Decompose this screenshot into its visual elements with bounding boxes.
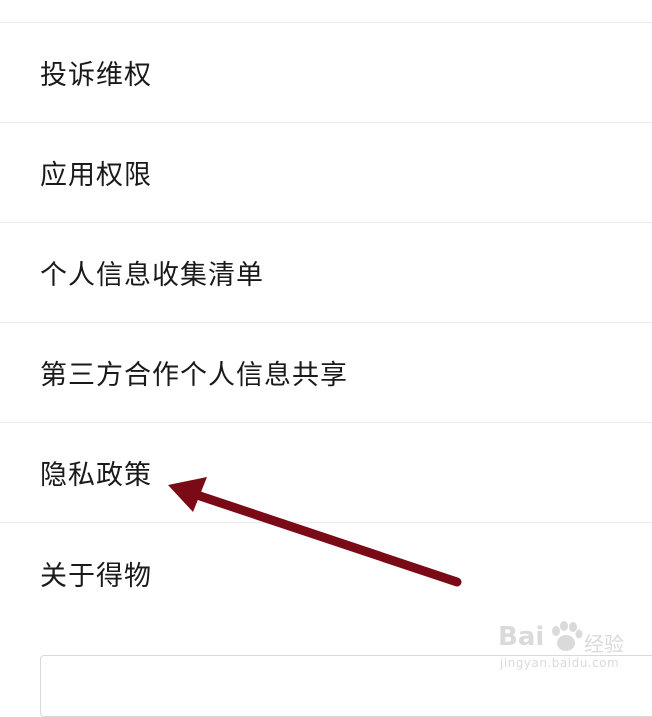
menu-item-personal-info-list[interactable]: 个人信息收集清单	[0, 223, 652, 323]
menu-item-label: 关于得物	[40, 560, 152, 592]
menu-item-app-permissions[interactable]: 应用权限	[0, 123, 652, 223]
menu-item-label: 应用权限	[40, 160, 152, 191]
bottom-card	[40, 655, 652, 717]
menu-item-label: 个人信息收集清单	[40, 260, 264, 291]
menu-item-complaints[interactable]: 投诉维权	[0, 23, 652, 123]
paw-icon	[552, 621, 583, 651]
menu-item-label: 隐私政策	[40, 460, 152, 491]
menu-item-label: 投诉维权	[40, 60, 152, 91]
menu-item-label: 第三方合作个人信息共享	[40, 360, 348, 391]
watermark-product: 经验	[584, 632, 624, 656]
watermark-brand: Bai	[498, 622, 545, 652]
menu-item-third-party-sharing[interactable]: 第三方合作个人信息共享	[0, 323, 652, 423]
settings-menu-list: 投诉维权 应用权限 个人信息收集清单 第三方合作个人信息共享 隐私政策 关于得物	[0, 23, 652, 623]
menu-item-about[interactable]: 关于得物	[0, 523, 652, 623]
menu-item-privacy-policy[interactable]: 隐私政策	[0, 423, 652, 523]
